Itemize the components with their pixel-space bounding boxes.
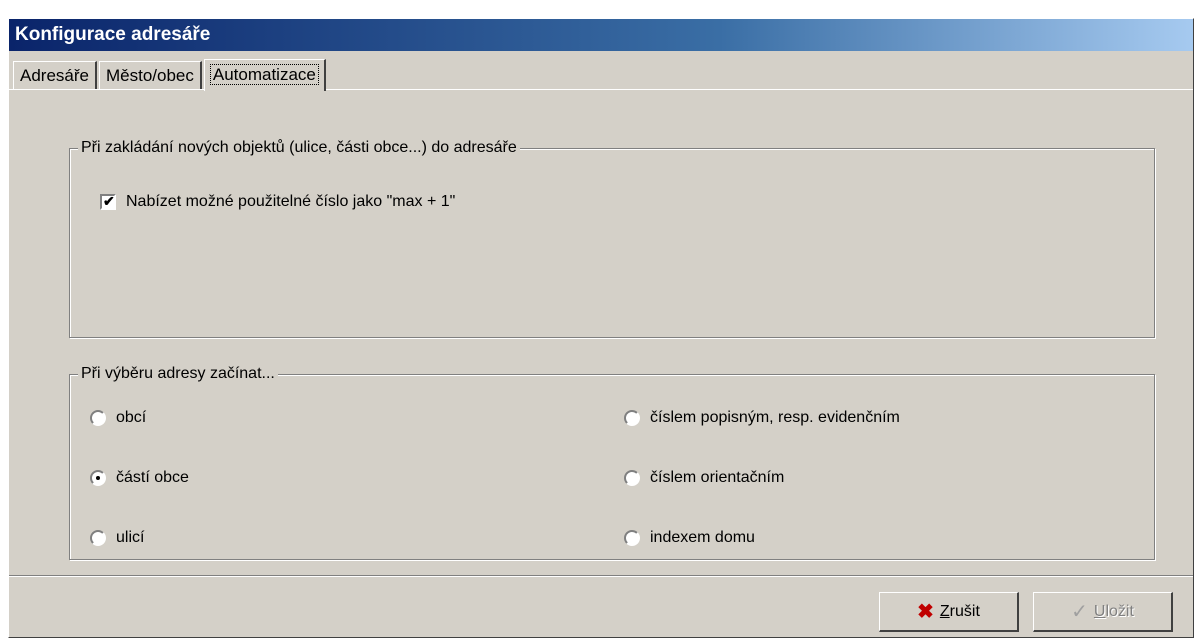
radio-row-ulici[interactable]: ulicí	[90, 529, 144, 547]
tab-automatizace[interactable]: Automatizace	[203, 59, 326, 91]
radio-indexem-domu[interactable]	[624, 530, 640, 546]
radio-obci-label: obcí	[116, 409, 147, 426]
groupbox-address-start-legend: Při výběru adresy začínat...	[78, 364, 278, 384]
groupbox-new-objects-legend: Při zakládání nových objektů (ulice, čás…	[78, 138, 520, 158]
radio-row-indexem-domu[interactable]: indexem domu	[624, 529, 755, 547]
radio-indexem-domu-label: indexem domu	[650, 529, 755, 546]
button-bar: ✖ Zrušit ✓ Uložit	[9, 575, 1193, 637]
save-button-label: Uložit	[1093, 602, 1134, 620]
radio-row-cislem-orientacnim[interactable]: číslem orientačním	[624, 469, 784, 487]
window-title: Konfigurace adresáře	[15, 24, 211, 45]
tab-adresare[interactable]: Adresáře	[13, 61, 97, 89]
cancel-button[interactable]: ✖ Zrušit	[879, 592, 1019, 632]
radio-obci[interactable]	[90, 410, 106, 426]
checkmark-icon: ✓	[1071, 600, 1088, 623]
radio-ulici-label: ulicí	[116, 529, 145, 546]
radio-cislem-orientacnim[interactable]	[624, 470, 640, 486]
tab-mesto-obec-label: Město/obec	[105, 66, 194, 85]
radio-selected-dot	[96, 476, 100, 480]
title-bar: Konfigurace adresáře	[9, 19, 1193, 51]
radio-cislem-popisnym-label: číslem popisným, resp. evidenčním	[650, 409, 900, 426]
tab-adresare-label: Adresáře	[20, 66, 89, 85]
tab-strip: Adresáře Město/obec Automatizace	[13, 59, 328, 91]
radio-casti-obce[interactable]	[90, 470, 106, 486]
radio-cislem-orientacnim-label: číslem orientačním	[650, 469, 785, 486]
x-icon: ✖	[917, 600, 934, 623]
tab-panel-automatizace: Při zakládání nových objektů (ulice, čás…	[9, 89, 1193, 575]
radio-casti-obce-label: částí obce	[116, 469, 189, 486]
tab-automatizace-label: Automatizace	[209, 64, 319, 85]
groupbox-new-objects: Při zakládání nových objektů (ulice, čás…	[69, 138, 1155, 338]
radio-row-casti-obce[interactable]: částí obce	[90, 469, 189, 487]
offer-max-plus-one-checkbox[interactable]: ✔	[100, 193, 116, 210]
offer-max-plus-one-label: Nabízet možné použitelné číslo jako "max…	[126, 193, 456, 210]
radio-cislem-popisnym[interactable]	[624, 410, 640, 426]
radio-row-obci[interactable]: obcí	[90, 409, 146, 427]
radio-ulici[interactable]	[90, 530, 106, 546]
checkmark-icon: ✔	[103, 193, 115, 209]
radio-row-cislem-popisnym[interactable]: číslem popisným, resp. evidenčním	[624, 409, 900, 427]
groupbox-address-start: Při výběru adresy začínat... obcí částí …	[69, 364, 1155, 560]
dialog-window: Konfigurace adresáře Adresáře Město/obec…	[8, 18, 1194, 638]
offer-max-plus-one-checkbox-row[interactable]: ✔ Nabízet možné použitelné číslo jako "m…	[100, 193, 455, 211]
save-button[interactable]: ✓ Uložit	[1033, 592, 1173, 632]
tab-mesto-obec[interactable]: Město/obec	[98, 61, 202, 89]
cancel-button-label: Zrušit	[939, 602, 980, 620]
